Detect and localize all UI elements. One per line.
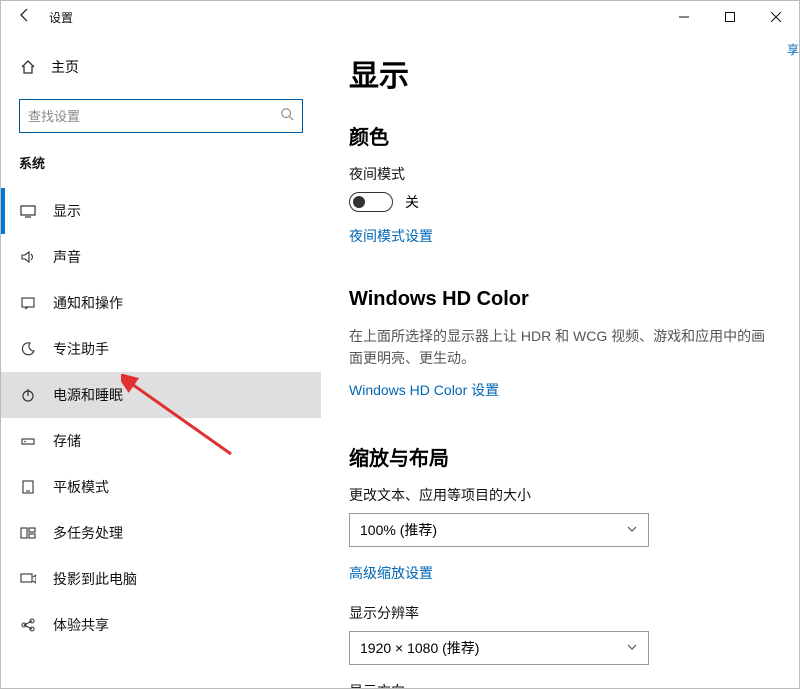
sidebar-item-label: 电源和睡眠 [53, 385, 123, 405]
window-title: 设置 [49, 9, 73, 26]
sidebar-item-projecting[interactable]: 投影到此电脑 [1, 556, 321, 602]
notification-icon [19, 295, 37, 311]
text-size-dropdown[interactable]: 100% (推荐) [349, 513, 649, 547]
maximize-button[interactable] [707, 1, 753, 33]
resolution-dropdown[interactable]: 1920 × 1080 (推荐) [349, 631, 649, 665]
sidebar-item-label: 专注助手 [53, 339, 109, 359]
home-icon [19, 59, 37, 75]
sidebar-item-label: 多任务处理 [53, 523, 123, 543]
edge-text: 享 [787, 41, 799, 58]
sidebar-item-focus-assist[interactable]: 专注助手 [1, 326, 321, 372]
share-icon [19, 617, 37, 633]
section-hd-heading: Windows HD Color [349, 288, 771, 311]
hd-color-settings-link[interactable]: Windows HD Color 设置 [349, 380, 499, 400]
sidebar-item-label: 存储 [53, 431, 81, 451]
home-link[interactable]: 主页 [1, 49, 321, 85]
night-mode-state: 关 [405, 192, 419, 212]
tablet-icon [19, 479, 37, 495]
section-scale-heading: 缩放与布局 [349, 442, 771, 471]
moon-icon [19, 341, 37, 357]
advanced-scaling-link[interactable]: 高级缩放设置 [349, 563, 433, 583]
sidebar-item-shared-experiences[interactable]: 体验共享 [1, 602, 321, 648]
sidebar-item-tablet-mode[interactable]: 平板模式 [1, 464, 321, 510]
sidebar-item-label: 平板模式 [53, 477, 109, 497]
monitor-icon [19, 203, 37, 219]
power-icon [19, 387, 37, 403]
search-icon [280, 107, 294, 126]
night-mode-toggle[interactable] [349, 192, 393, 212]
close-button[interactable] [753, 1, 799, 33]
multitask-icon [19, 525, 37, 541]
chevron-down-icon [626, 640, 638, 656]
section-color-heading: 颜色 [349, 121, 771, 150]
sidebar-item-label: 声音 [53, 247, 81, 267]
chevron-down-icon [626, 522, 638, 538]
minimize-button[interactable] [661, 1, 707, 33]
night-mode-label: 夜间模式 [349, 164, 771, 184]
titlebar: 设置 [1, 1, 799, 33]
night-mode-settings-link[interactable]: 夜间模式设置 [349, 226, 433, 246]
content-pane: 显示 颜色 夜间模式 关 夜间模式设置 Windows HD Color 在上面… [321, 33, 799, 688]
text-size-value: 100% (推荐) [360, 520, 437, 540]
page-title: 显示 [349, 51, 771, 95]
sidebar-item-label: 体验共享 [53, 615, 109, 635]
storage-icon [19, 433, 37, 449]
speaker-icon [19, 249, 37, 265]
project-icon [19, 571, 37, 587]
search-box[interactable] [19, 99, 303, 133]
home-label: 主页 [51, 57, 79, 77]
sidebar-item-label: 通知和操作 [53, 293, 123, 313]
sidebar-item-multitasking[interactable]: 多任务处理 [1, 510, 321, 556]
text-size-label: 更改文本、应用等项目的大小 [349, 485, 771, 505]
resolution-label: 显示分辨率 [349, 603, 771, 623]
hd-description: 在上面所选择的显示器上让 HDR 和 WCG 视频、游戏和应用中的画面更明亮、更… [349, 325, 771, 370]
orientation-label: 显示方向 [349, 681, 771, 688]
search-input[interactable] [28, 109, 280, 124]
sidebar-item-notifications[interactable]: 通知和操作 [1, 280, 321, 326]
back-button[interactable] [1, 7, 49, 28]
sidebar-item-storage[interactable]: 存储 [1, 418, 321, 464]
sidebar-group-label: 系统 [1, 153, 321, 188]
sidebar-item-sound[interactable]: 声音 [1, 234, 321, 280]
sidebar-item-power-sleep[interactable]: 电源和睡眠 [1, 372, 321, 418]
resolution-value: 1920 × 1080 (推荐) [360, 638, 479, 658]
sidebar-item-display[interactable]: 显示 [1, 188, 321, 234]
sidebar-item-label: 显示 [53, 201, 81, 221]
sidebar: 主页 系统 显示 声音 通知和操作 专注助手 电源和睡眠 [1, 33, 321, 688]
sidebar-item-label: 投影到此电脑 [53, 569, 137, 589]
